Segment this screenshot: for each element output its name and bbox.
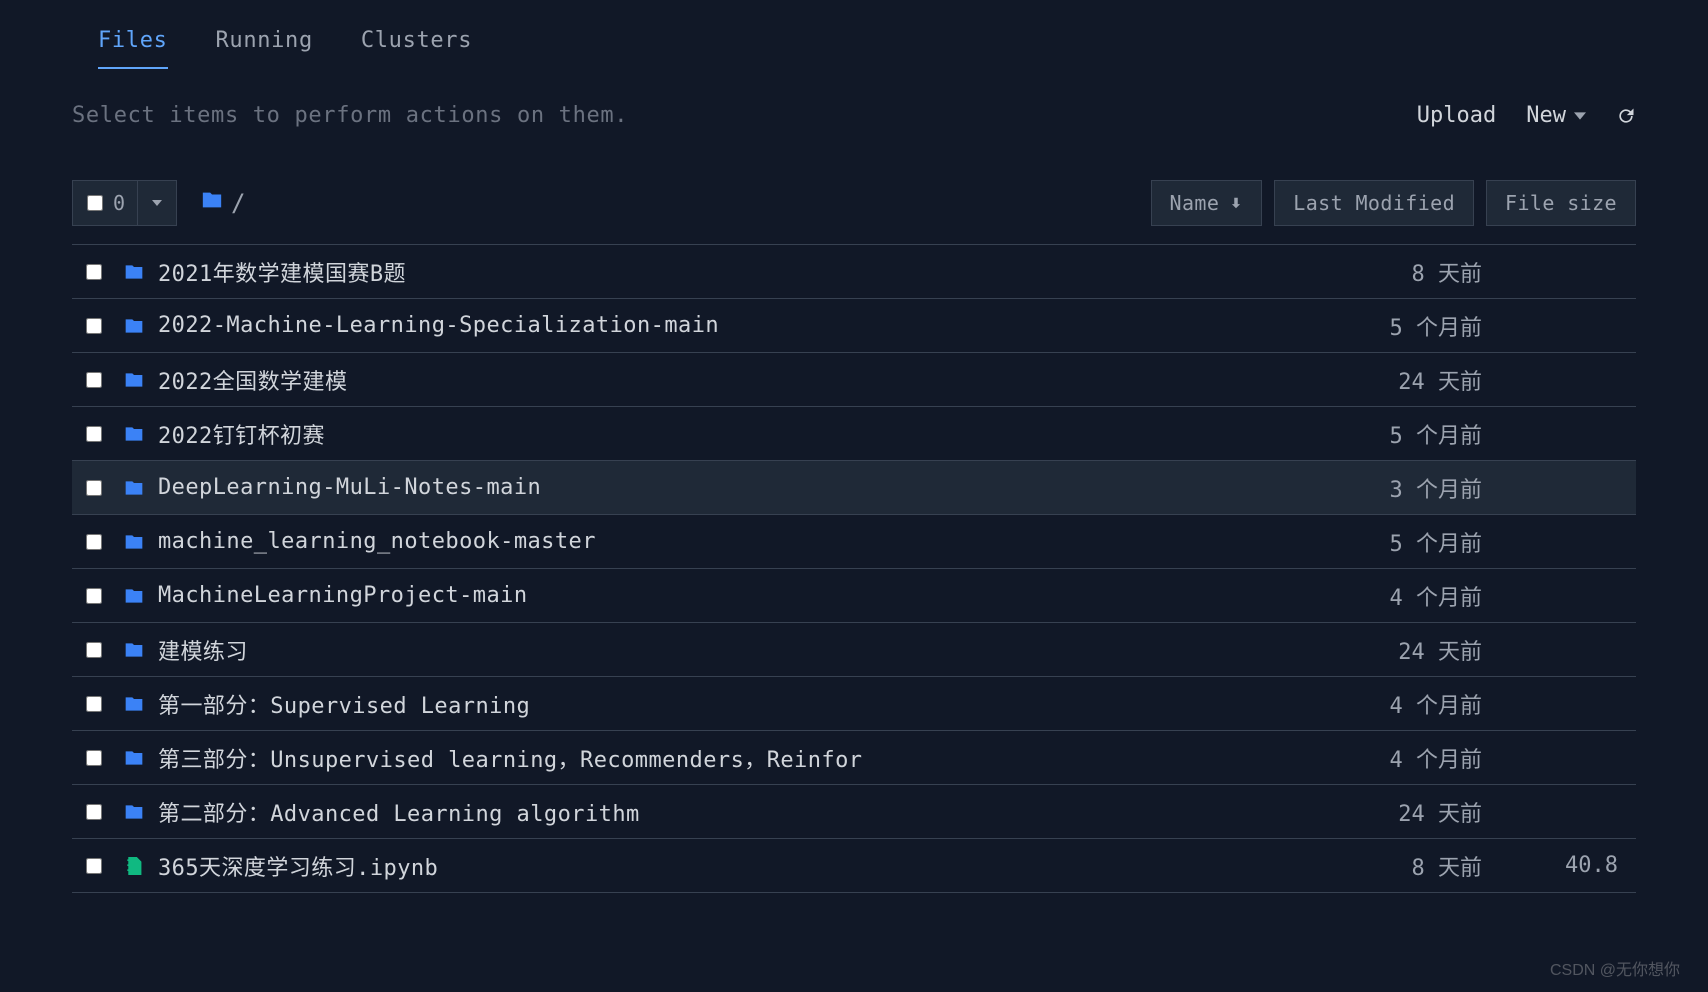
file-name: machine_learning_notebook-master bbox=[158, 529, 596, 554]
watermark: CSDN @无你想你 bbox=[1550, 956, 1680, 980]
list-toolbar: 0 / Name Last Modified File size bbox=[0, 128, 1708, 226]
file-row[interactable]: machine_learning_notebook-master 5 个月前 bbox=[72, 515, 1636, 569]
row-checkbox[interactable] bbox=[86, 804, 102, 820]
column-header-size[interactable]: File size bbox=[1486, 180, 1636, 226]
file-row[interactable]: 建模练习 24 天前 bbox=[72, 623, 1636, 677]
folder-icon bbox=[124, 262, 146, 282]
row-checkbox[interactable] bbox=[86, 588, 102, 604]
file-row[interactable]: MachineLearningProject-main 4 个月前 bbox=[72, 569, 1636, 623]
column-name-label: Name bbox=[1170, 191, 1220, 215]
sort-down-icon bbox=[1229, 196, 1243, 210]
file-row[interactable]: 第一部分：Supervised Learning 4 个月前 bbox=[72, 677, 1636, 731]
file-size: 40.8 bbox=[1498, 853, 1618, 878]
folder-icon bbox=[124, 586, 146, 606]
file-list: 2021年数学建模国赛B题 8 天前 2022-Machine-Learning-S… bbox=[72, 244, 1636, 893]
caret-down-icon bbox=[152, 198, 162, 208]
file-name: 2022-Machine-Learning-Specialization-mai… bbox=[158, 313, 719, 338]
file-name: 2021年数学建模国赛B题 bbox=[158, 256, 406, 288]
new-button-label: New bbox=[1526, 103, 1566, 128]
row-checkbox[interactable] bbox=[86, 318, 102, 334]
row-checkbox[interactable] bbox=[86, 750, 102, 766]
file-modified: 5 个月前 bbox=[1218, 526, 1498, 558]
file-modified: 4 个月前 bbox=[1218, 742, 1498, 774]
file-modified: 8 天前 bbox=[1218, 256, 1498, 288]
file-name: MachineLearningProject-main bbox=[158, 583, 528, 608]
file-name: 2022全国数学建模 bbox=[158, 364, 347, 396]
file-row[interactable]: 2022全国数学建模 24 天前 bbox=[72, 353, 1636, 407]
folder-icon bbox=[124, 370, 146, 390]
upload-button[interactable]: Upload bbox=[1417, 103, 1496, 128]
file-modified: 24 天前 bbox=[1218, 634, 1498, 666]
folder-icon bbox=[201, 189, 223, 217]
folder-icon bbox=[124, 532, 146, 552]
file-row[interactable]: 365天深度学习练习.ipynb 8 天前40.8 bbox=[72, 839, 1636, 893]
refresh-icon bbox=[1616, 106, 1636, 126]
file-row[interactable]: 2021年数学建模国赛B题 8 天前 bbox=[72, 245, 1636, 299]
row-checkbox[interactable] bbox=[86, 372, 102, 388]
file-row[interactable]: 第三部分：Unsupervised learning，Recommenders，… bbox=[72, 731, 1636, 785]
notebook-icon bbox=[124, 856, 146, 876]
column-header-name[interactable]: Name bbox=[1151, 180, 1263, 226]
row-checkbox[interactable] bbox=[86, 534, 102, 550]
file-row[interactable]: 2022钉钉杯初赛 5 个月前 bbox=[72, 407, 1636, 461]
row-checkbox[interactable] bbox=[86, 696, 102, 712]
select-all-checkbox[interactable] bbox=[73, 181, 113, 225]
file-name: 第二部分：Advanced Learning algorithm bbox=[158, 796, 640, 828]
tab-clusters[interactable]: Clusters bbox=[361, 28, 472, 69]
file-modified: 4 个月前 bbox=[1218, 688, 1498, 720]
file-name: 第三部分：Unsupervised learning，Recommenders，… bbox=[158, 742, 863, 774]
select-all-dropdown[interactable]: 0 bbox=[72, 180, 177, 226]
refresh-button[interactable] bbox=[1616, 106, 1636, 126]
file-modified: 8 天前 bbox=[1218, 850, 1498, 882]
select-dropdown-toggle[interactable] bbox=[137, 181, 176, 225]
file-name: 365天深度学习练习.ipynb bbox=[158, 850, 438, 882]
file-name: DeepLearning-MuLi-Notes-main bbox=[158, 475, 541, 500]
file-modified: 3 个月前 bbox=[1218, 472, 1498, 504]
row-checkbox[interactable] bbox=[86, 858, 102, 874]
folder-icon bbox=[124, 694, 146, 714]
breadcrumb-path: / bbox=[231, 189, 245, 217]
row-checkbox[interactable] bbox=[86, 642, 102, 658]
tab-running[interactable]: Running bbox=[216, 28, 313, 69]
file-modified: 4 个月前 bbox=[1218, 580, 1498, 612]
file-modified: 5 个月前 bbox=[1218, 310, 1498, 342]
row-checkbox[interactable] bbox=[86, 426, 102, 442]
file-modified: 5 个月前 bbox=[1218, 418, 1498, 450]
file-name: 第一部分：Supervised Learning bbox=[158, 688, 530, 720]
tab-bar: Files Running Clusters bbox=[0, 0, 1708, 69]
file-modified: 24 天前 bbox=[1218, 796, 1498, 828]
row-checkbox[interactable] bbox=[86, 264, 102, 280]
selected-count: 0 bbox=[113, 181, 137, 225]
subheader: Select items to perform actions on them.… bbox=[0, 69, 1708, 128]
folder-icon bbox=[124, 802, 146, 822]
new-button[interactable]: New bbox=[1526, 103, 1586, 128]
folder-icon bbox=[124, 748, 146, 768]
file-row[interactable]: 第二部分：Advanced Learning algorithm 24 天前 bbox=[72, 785, 1636, 839]
folder-icon bbox=[124, 316, 146, 336]
tab-files[interactable]: Files bbox=[98, 28, 168, 69]
row-checkbox[interactable] bbox=[86, 480, 102, 496]
file-modified: 24 天前 bbox=[1218, 364, 1498, 396]
action-bar: Upload New bbox=[1417, 103, 1636, 128]
file-name: 2022钉钉杯初赛 bbox=[158, 418, 325, 450]
helper-text: Select items to perform actions on them. bbox=[72, 103, 628, 128]
breadcrumb[interactable]: / bbox=[189, 189, 245, 217]
file-row[interactable]: DeepLearning-MuLi-Notes-main 3 个月前 bbox=[72, 461, 1636, 515]
file-row[interactable]: 2022-Machine-Learning-Specialization-mai… bbox=[72, 299, 1636, 353]
folder-icon bbox=[124, 640, 146, 660]
folder-icon bbox=[124, 424, 146, 444]
folder-icon bbox=[124, 478, 146, 498]
caret-down-icon bbox=[1574, 110, 1586, 122]
column-header-modified[interactable]: Last Modified bbox=[1274, 180, 1474, 226]
file-name: 建模练习 bbox=[158, 634, 248, 666]
